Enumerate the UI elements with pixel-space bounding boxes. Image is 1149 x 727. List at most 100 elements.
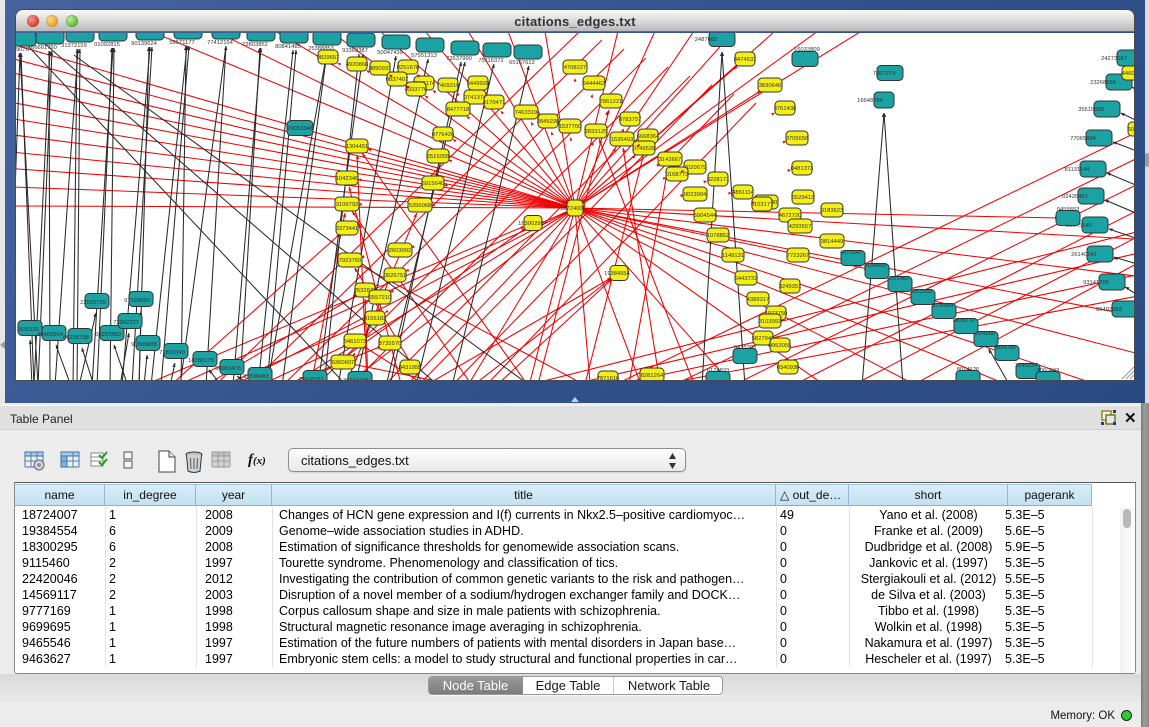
svg-text:5356068: 5356068 xyxy=(409,203,432,209)
svg-text:4293557: 4293557 xyxy=(789,224,812,230)
svg-text:36134125: 36134125 xyxy=(343,378,369,380)
svg-text:93141705: 93141705 xyxy=(1083,280,1109,286)
svg-text:35515058: 35515058 xyxy=(1078,107,1104,113)
svg-text:2603092: 2603092 xyxy=(389,248,412,254)
svg-text:7723267: 7723267 xyxy=(787,253,810,259)
svg-text:8890931: 8890931 xyxy=(369,66,392,72)
svg-text:5443732: 5443732 xyxy=(735,276,758,282)
svg-text:18780175: 18780175 xyxy=(188,358,214,364)
svg-text:0340930: 0340930 xyxy=(777,365,800,371)
svg-text:6529413: 6529413 xyxy=(792,195,815,201)
svg-text:80841485: 80841485 xyxy=(275,44,301,50)
svg-text:50047439: 50047439 xyxy=(377,50,403,56)
svg-text:0481373: 0481373 xyxy=(791,166,814,172)
svg-text:1537760: 1537760 xyxy=(559,124,582,130)
svg-text:90139624: 90139624 xyxy=(131,41,158,47)
svg-text:2845298: 2845298 xyxy=(537,119,560,125)
svg-text:9103177: 9103177 xyxy=(751,202,774,208)
svg-text:3830640: 3830640 xyxy=(759,83,782,89)
svg-text:26140141: 26140141 xyxy=(1071,252,1097,258)
svg-text:72803852: 72803852 xyxy=(242,42,268,48)
svg-text:5444463: 5444463 xyxy=(583,81,606,87)
svg-text:77065894: 77065894 xyxy=(1070,136,1097,142)
svg-text:8281264: 8281264 xyxy=(641,373,664,379)
svg-text:5449920: 5449920 xyxy=(467,81,490,87)
svg-text:4156183: 4156183 xyxy=(364,316,387,322)
svg-text:0023904: 0023904 xyxy=(684,192,707,198)
svg-text:24273167: 24273167 xyxy=(1101,56,1127,62)
svg-text:3103993: 3103993 xyxy=(759,319,782,325)
svg-text:3761436: 3761436 xyxy=(774,106,797,112)
svg-text:6053663: 6053663 xyxy=(1128,127,1134,133)
svg-text:97528820: 97528820 xyxy=(124,298,150,304)
svg-text:8474537: 8474537 xyxy=(734,57,757,63)
svg-text:43483954: 43483954 xyxy=(37,332,64,338)
svg-text:23268656: 23268656 xyxy=(1090,80,1116,86)
svg-text:91805888: 91805888 xyxy=(131,342,157,348)
svg-text:3373441: 3373441 xyxy=(336,226,359,232)
svg-text:6915640: 6915640 xyxy=(422,181,445,187)
svg-text:1078852: 1078852 xyxy=(707,233,730,239)
svg-text:0455853: 0455853 xyxy=(1057,207,1080,213)
svg-text:66661760: 66661760 xyxy=(31,45,57,51)
svg-text:8477718: 8477718 xyxy=(447,107,470,113)
svg-text:4672720: 4672720 xyxy=(779,213,802,219)
svg-text:0435205: 0435205 xyxy=(734,345,757,351)
svg-text:3814449: 3814449 xyxy=(821,239,844,245)
svg-text:6174833: 6174833 xyxy=(707,368,730,374)
svg-text:71803340: 71803340 xyxy=(159,350,185,356)
svg-text:6515055: 6515055 xyxy=(427,154,450,160)
svg-text:8735570: 8735570 xyxy=(379,341,402,347)
svg-text:0026751: 0026751 xyxy=(384,273,407,279)
svg-text:68282880: 68282880 xyxy=(95,332,121,338)
svg-text:18300295: 18300295 xyxy=(518,221,544,227)
svg-text:8783757: 8783757 xyxy=(619,117,642,123)
svg-text:7463319: 7463319 xyxy=(515,110,538,116)
svg-text:6360607: 6360607 xyxy=(332,360,355,366)
svg-text:3705656: 3705656 xyxy=(786,136,809,142)
svg-text:7409319: 7409319 xyxy=(437,83,460,89)
svg-text:5461073: 5461073 xyxy=(344,339,367,345)
svg-text:4460495: 4460495 xyxy=(1122,71,1134,77)
svg-text:98983478: 98983478 xyxy=(215,366,241,372)
svg-text:0837407: 0837407 xyxy=(386,77,409,83)
svg-text:7923760: 7923760 xyxy=(339,258,362,264)
svg-text:9953055: 9953055 xyxy=(769,343,792,349)
svg-text:01826330: 01826330 xyxy=(16,327,39,333)
svg-text:16648784: 16648784 xyxy=(857,98,884,104)
svg-text:59571177: 59571177 xyxy=(169,40,194,46)
svg-text:93363387: 93363387 xyxy=(342,48,368,54)
svg-text:1149131: 1149131 xyxy=(722,253,744,259)
svg-text:4072247: 4072247 xyxy=(840,250,863,256)
svg-text:8838737: 8838737 xyxy=(953,318,976,324)
svg-text:1304451: 1304451 xyxy=(346,144,369,150)
svg-text:3228171: 3228171 xyxy=(707,177,730,183)
svg-text:4388317: 4388317 xyxy=(747,297,770,303)
svg-text:0251678: 0251678 xyxy=(397,65,420,71)
svg-text:4920868: 4920868 xyxy=(346,62,369,68)
svg-text:4170471: 4170471 xyxy=(483,100,506,106)
svg-text:9060443: 9060443 xyxy=(1037,368,1060,374)
svg-text:3143667: 3143667 xyxy=(659,157,682,163)
svg-text:0749528: 0749528 xyxy=(633,146,656,152)
svg-text:2487682: 2487682 xyxy=(695,37,718,43)
svg-text:19384554: 19384554 xyxy=(604,271,631,277)
svg-text:16033809: 16033809 xyxy=(794,47,820,53)
svg-text:0431955: 0431955 xyxy=(399,365,422,371)
svg-text:01092815: 01092815 xyxy=(94,42,120,48)
svg-text:2833125: 2833125 xyxy=(585,129,608,135)
svg-text:6557210: 6557210 xyxy=(369,295,392,301)
svg-text:6668364: 6668364 xyxy=(637,134,660,140)
svg-text:81131144: 81131144 xyxy=(1065,167,1091,173)
svg-text:1240234: 1240234 xyxy=(1015,363,1038,369)
svg-text:77412154: 77412154 xyxy=(207,40,234,46)
svg-text:7861221: 7861221 xyxy=(600,99,623,105)
svg-text:1042346: 1042346 xyxy=(336,176,359,182)
svg-text:65167612: 65167612 xyxy=(509,60,535,66)
svg-text:9183623: 9183623 xyxy=(821,208,844,214)
svg-text:0201462: 0201462 xyxy=(887,276,910,282)
svg-text:73537990: 73537990 xyxy=(446,56,472,62)
svg-text:57551313: 57551313 xyxy=(411,53,437,59)
svg-text:20053346: 20053346 xyxy=(287,126,313,132)
svg-text:86205798: 86205798 xyxy=(63,335,89,341)
